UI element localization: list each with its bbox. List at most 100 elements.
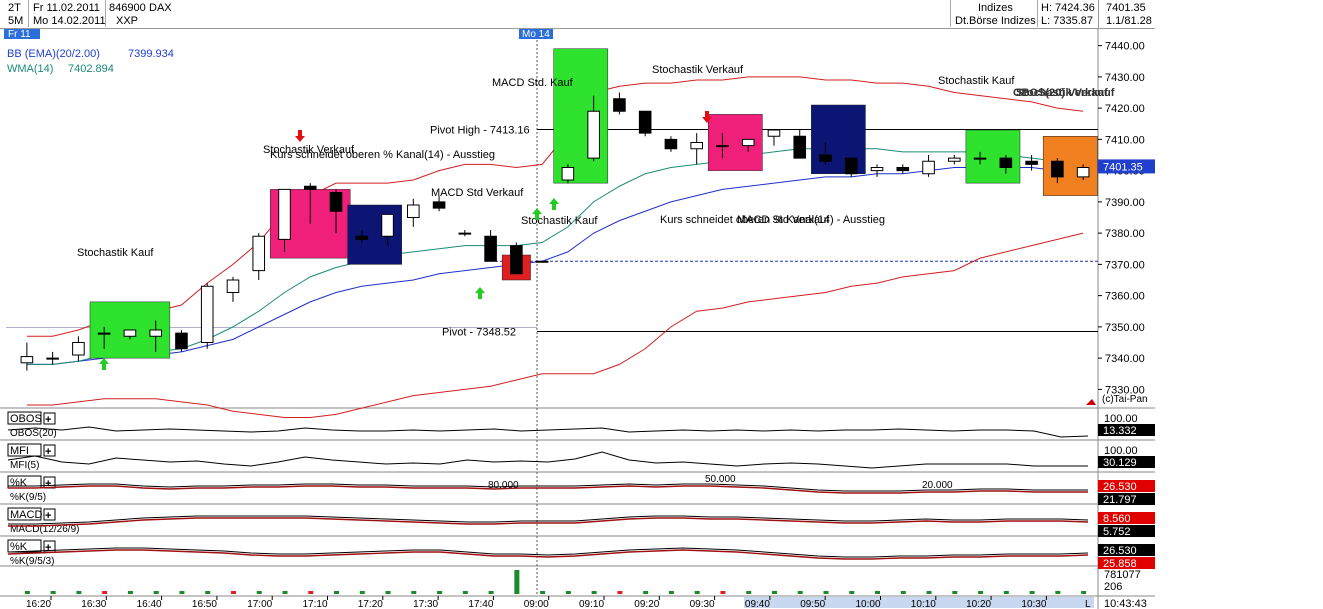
volume-bar — [308, 591, 314, 594]
signal-annotation: Stochastik Verkauf — [652, 64, 744, 76]
candle-body — [819, 154, 832, 162]
candle-body — [844, 157, 858, 175]
panel-name: MFI — [10, 445, 29, 457]
candle-body — [922, 160, 935, 175]
candle-body — [20, 356, 34, 364]
volume-bar — [617, 591, 623, 594]
volume-bar — [50, 591, 56, 594]
current-time: 10:43:43 — [1104, 598, 1147, 609]
time-label: 10:00 — [856, 599, 881, 609]
price-tick-label: 7430.00 — [1105, 72, 1145, 84]
volume-bar — [797, 591, 803, 594]
candle-body — [484, 235, 497, 262]
candle-body — [510, 245, 523, 275]
signal-annotation: MACD Std Verkauf — [431, 187, 524, 199]
candle-body — [278, 188, 291, 240]
bb-value: 7399.934 — [128, 48, 174, 60]
candle-body — [690, 142, 703, 150]
level-label: 80.000 — [488, 480, 519, 491]
price-tick-label: 7410.00 — [1105, 134, 1145, 146]
panel-tag: 13.332 — [1103, 425, 1137, 437]
time-label: 09:30 — [690, 599, 715, 609]
plus-icon[interactable]: + — [45, 510, 51, 522]
volume-bar — [514, 570, 520, 594]
volume-top: 781077 — [1104, 569, 1141, 581]
volume-bar — [978, 591, 984, 594]
volume-bar — [952, 591, 958, 594]
time-label: 10:30 — [1021, 599, 1046, 609]
price-tick-label: 7340.00 — [1105, 353, 1145, 365]
candle-body — [200, 285, 214, 343]
price-tick-label: 7420.00 — [1105, 103, 1145, 115]
volume-bar — [256, 591, 262, 594]
volume-bar — [462, 591, 468, 594]
volume-bar — [1029, 591, 1035, 594]
time-label: 16:50 — [192, 599, 217, 609]
panel-sub-label: %K(9/5/3) — [10, 556, 54, 567]
candle-body — [973, 157, 987, 160]
time-label: 16:20 — [26, 599, 51, 609]
volume-bar — [24, 591, 30, 594]
pivot-high-label: Pivot High - 7413.16 — [430, 125, 530, 137]
volume-bar — [153, 591, 159, 594]
time-label: 10:10 — [911, 599, 936, 609]
volume-bar — [694, 591, 700, 594]
volume-bar — [127, 591, 133, 594]
exchange: Dt.Börse Indizes — [955, 15, 1036, 27]
candle-body — [381, 213, 394, 237]
volume-bar — [76, 591, 82, 594]
pivot-label: Pivot - 7348.52 — [442, 327, 516, 339]
volume-bar — [411, 591, 417, 594]
plus-icon[interactable]: + — [45, 446, 51, 458]
signal-box — [965, 129, 1021, 184]
volume-bar — [179, 591, 185, 594]
volume-bar — [359, 591, 365, 594]
candle-body — [46, 357, 59, 360]
volume-bar — [1055, 591, 1061, 594]
volume-bar — [849, 591, 855, 594]
price-tick-label: 7350.00 — [1105, 322, 1145, 334]
panel-name: MACD — [10, 509, 42, 521]
low-value: L: 7335.87 — [1041, 15, 1093, 27]
time-label: 17:10 — [303, 599, 328, 609]
volume-bar — [875, 591, 881, 594]
candle-body — [613, 98, 626, 112]
panel-name: %K — [10, 477, 28, 489]
panel-tag: 30.129 — [1103, 457, 1137, 469]
candle-body — [458, 232, 472, 235]
panel-tag: 21.797 — [1103, 494, 1137, 506]
volume-bar — [771, 591, 777, 594]
candle-body — [767, 129, 781, 137]
candle-body — [535, 260, 549, 263]
price-tick-label: 7440.00 — [1105, 41, 1145, 53]
candle-body — [1051, 160, 1064, 178]
time-label: 09:50 — [800, 599, 825, 609]
candle-body — [329, 192, 343, 212]
volume-bar — [926, 591, 932, 594]
panel-name: OBOS — [10, 413, 42, 425]
volume-bar — [565, 591, 571, 594]
time-label: 09:10 — [579, 599, 604, 609]
volume-bar — [900, 591, 906, 594]
wma-label: WMA(14) — [7, 63, 53, 75]
volume-bar — [668, 591, 674, 594]
code: XXP — [116, 15, 139, 27]
time-label: 10:20 — [966, 599, 991, 609]
candle-body — [252, 235, 266, 272]
candle-body — [432, 201, 446, 209]
header-right: 7401.35 1.1/81.28 — [1098, 0, 1156, 28]
interval-2[interactable]: 5M — [8, 15, 23, 27]
volume-bar — [282, 591, 288, 594]
chart-canvas[interactable]: Fr 11 Mo 14 BB (EMA)(20/2.00) 7399.934 WMA(1… — [0, 0, 1155, 609]
volume-bar — [720, 591, 726, 594]
volume-bar — [746, 591, 752, 594]
high-value: H: 7424.36 — [1041, 2, 1095, 14]
interval-1[interactable]: 2T — [8, 2, 21, 14]
ratio: 1.1/81.28 — [1106, 15, 1152, 27]
wkn: 846900 — [109, 2, 146, 14]
panel-tag: 5.752 — [1103, 526, 1131, 538]
plus-icon[interactable]: + — [45, 414, 51, 426]
panel-sub-label: %K(9/5) — [10, 492, 46, 503]
candle-body — [561, 167, 575, 181]
signal-annotation: MACD Std Verkauf — [737, 214, 830, 226]
